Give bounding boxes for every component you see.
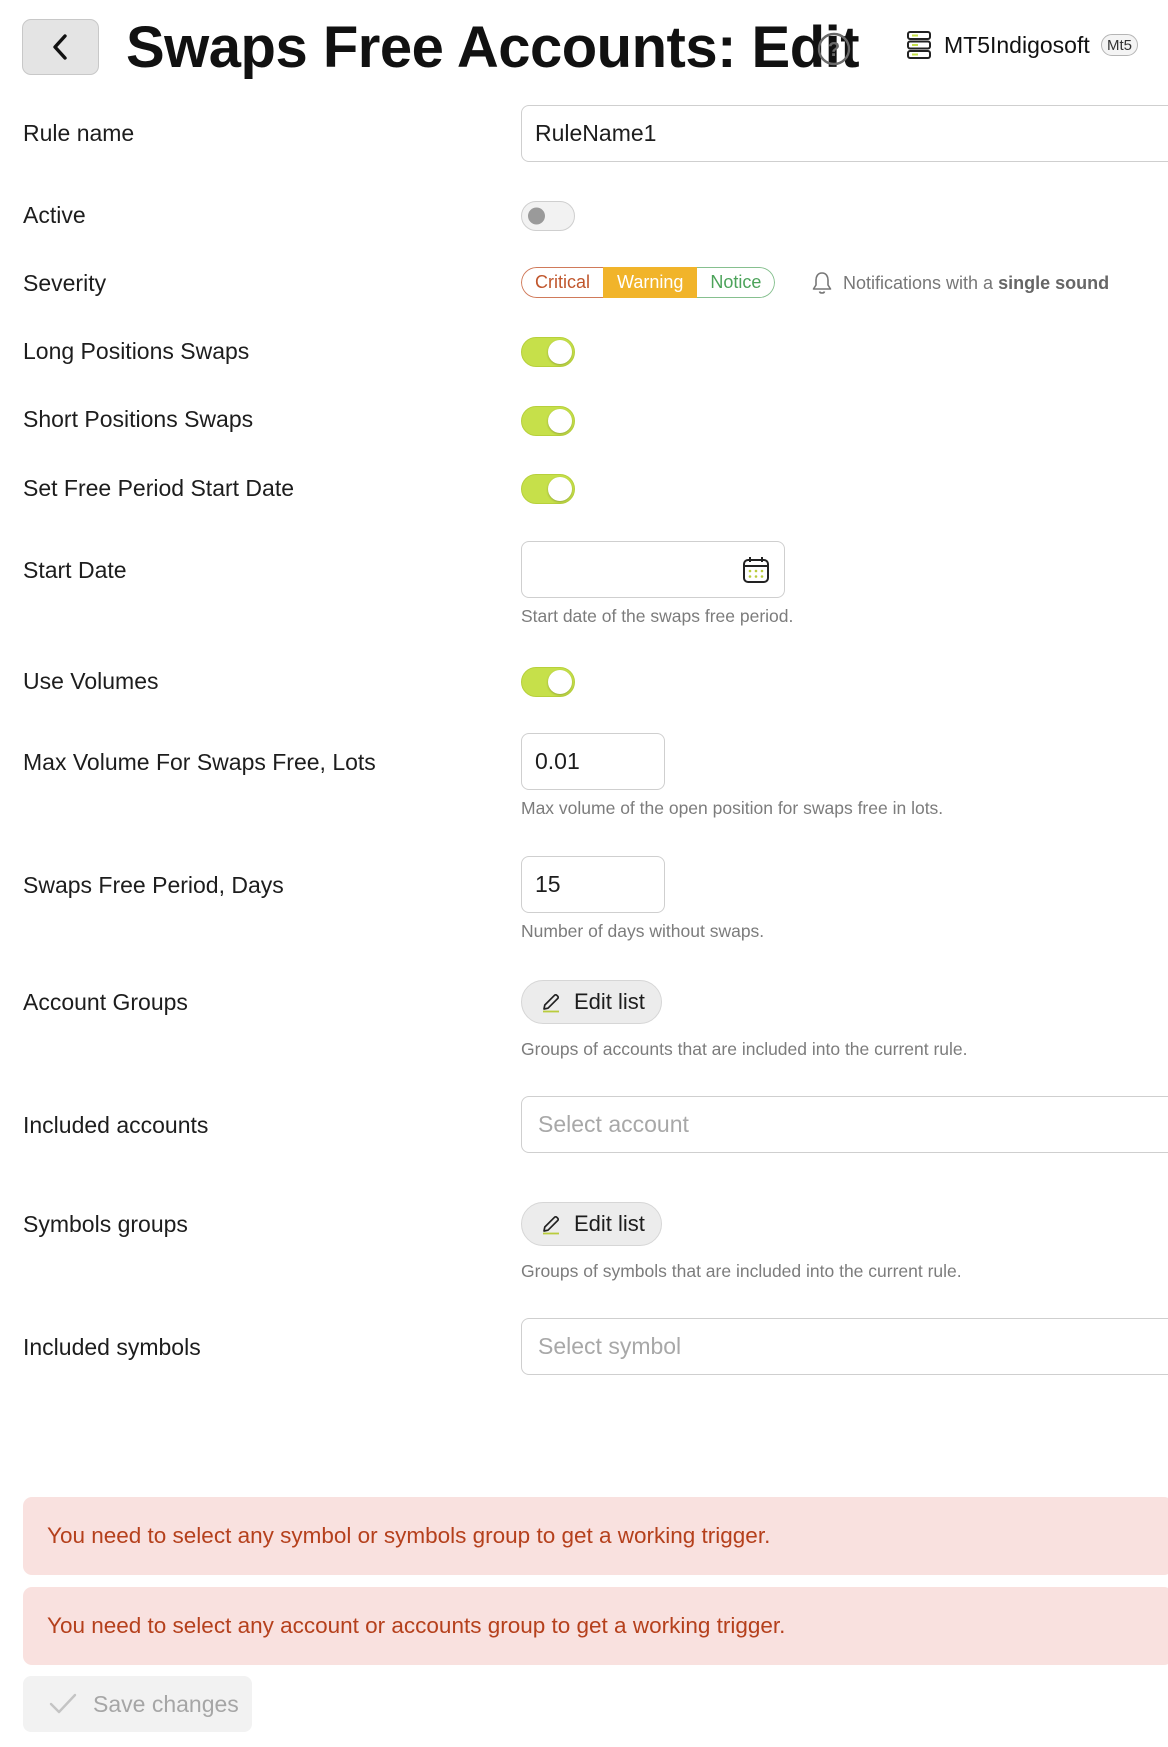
start-date-input[interactable] [521,541,785,598]
free-period-label: Swaps Free Period, Days [23,872,284,898]
active-toggle[interactable] [521,201,575,231]
pencil-icon [543,993,560,1013]
save-changes-label: Save changes [93,1690,239,1717]
max-volume-input[interactable]: 0.01 [521,733,665,790]
symbol-select-placeholder: Select symbol [538,1333,682,1359]
page-title: Swaps Free Accounts: Edit [126,15,860,80]
account-select-placeholder: Select account [538,1111,689,1137]
short-swaps-label: Short Positions Swaps [23,406,254,432]
toggle-knob [548,409,572,433]
severity-warning-option[interactable]: Warning [603,267,698,298]
check-icon [49,1693,77,1714]
notification-note-text: Notifications with a [843,273,994,293]
server-type-badge: Mt5 [1101,34,1139,56]
back-button[interactable] [22,19,99,75]
rule-name-value: RuleName1 [535,120,657,146]
edit-list-label: Edit list [574,989,645,1014]
toggle-knob [528,207,545,225]
max-volume-hint: Max volume of the open position for swap… [521,798,944,818]
toggle-knob [548,670,572,694]
notification-note-bold: single sound [998,273,1110,293]
question-circle-icon[interactable]: ? [817,32,851,66]
severity-selector: Critical Warning Notice [521,267,776,298]
alert-text: You need to select any symbol or symbols… [47,1523,771,1548]
severity-notice-option[interactable]: Notice [697,267,776,298]
included-symbols-label: Included symbols [23,1334,201,1360]
toggle-knob [548,477,572,501]
toggle-knob [548,340,572,364]
max-volume-value: 0.01 [535,748,580,774]
long-swaps-toggle[interactable] [521,337,575,367]
set-start-date-toggle[interactable] [521,474,575,504]
save-changes-button[interactable]: Save changes [23,1676,252,1732]
calendar-icon[interactable] [741,555,771,585]
pencil-icon [543,1215,560,1235]
use-volumes-toggle[interactable] [521,667,575,697]
account-groups-hint: Groups of accounts that are included int… [521,1039,968,1059]
notification-sound-note: Notifications with a single sound [843,270,1109,296]
server-icon [907,31,931,59]
severity-critical-option[interactable]: Critical [521,267,604,298]
rule-name-label: Rule name [23,120,135,146]
account-select[interactable]: Select account [521,1096,1168,1153]
use-volumes-label: Use Volumes [23,668,159,694]
max-volume-label: Max Volume For Swaps Free, Lots [23,749,376,775]
symbol-select[interactable]: Select symbol [521,1318,1168,1375]
free-period-hint: Number of days without swaps. [521,921,765,941]
included-accounts-label: Included accounts [23,1112,209,1138]
symbol-warning-alert: You need to select any symbol or symbols… [23,1497,1168,1575]
active-label: Active [23,202,86,228]
free-period-input[interactable]: 15 [521,856,665,913]
alert-text: You need to select any account or accoun… [47,1613,786,1638]
bell-icon [812,272,832,294]
rule-name-input[interactable]: RuleName1 [521,105,1168,162]
start-date-hint: Start date of the swaps free period. [521,606,794,626]
edit-list-label: Edit list [574,1211,645,1236]
long-swaps-label: Long Positions Swaps [23,338,250,364]
svg-text:?: ? [828,39,840,61]
edit-account-groups-button[interactable]: Edit list [521,980,662,1024]
symbol-groups-label: Symbols groups [23,1211,188,1237]
start-date-label: Start Date [23,557,127,583]
edit-symbol-groups-button[interactable]: Edit list [521,1202,662,1246]
set-start-date-label: Set Free Period Start Date [23,475,295,501]
free-period-value: 15 [535,871,561,897]
account-warning-alert: You need to select any account or accoun… [23,1587,1168,1665]
account-groups-label: Account Groups [23,989,188,1015]
symbol-groups-hint: Groups of symbols that are included into… [521,1261,962,1281]
server-name[interactable]: MT5Indigosoft [944,30,1090,60]
severity-label: Severity [23,270,107,296]
chevron-left-icon [52,34,67,60]
short-swaps-toggle[interactable] [521,406,575,436]
